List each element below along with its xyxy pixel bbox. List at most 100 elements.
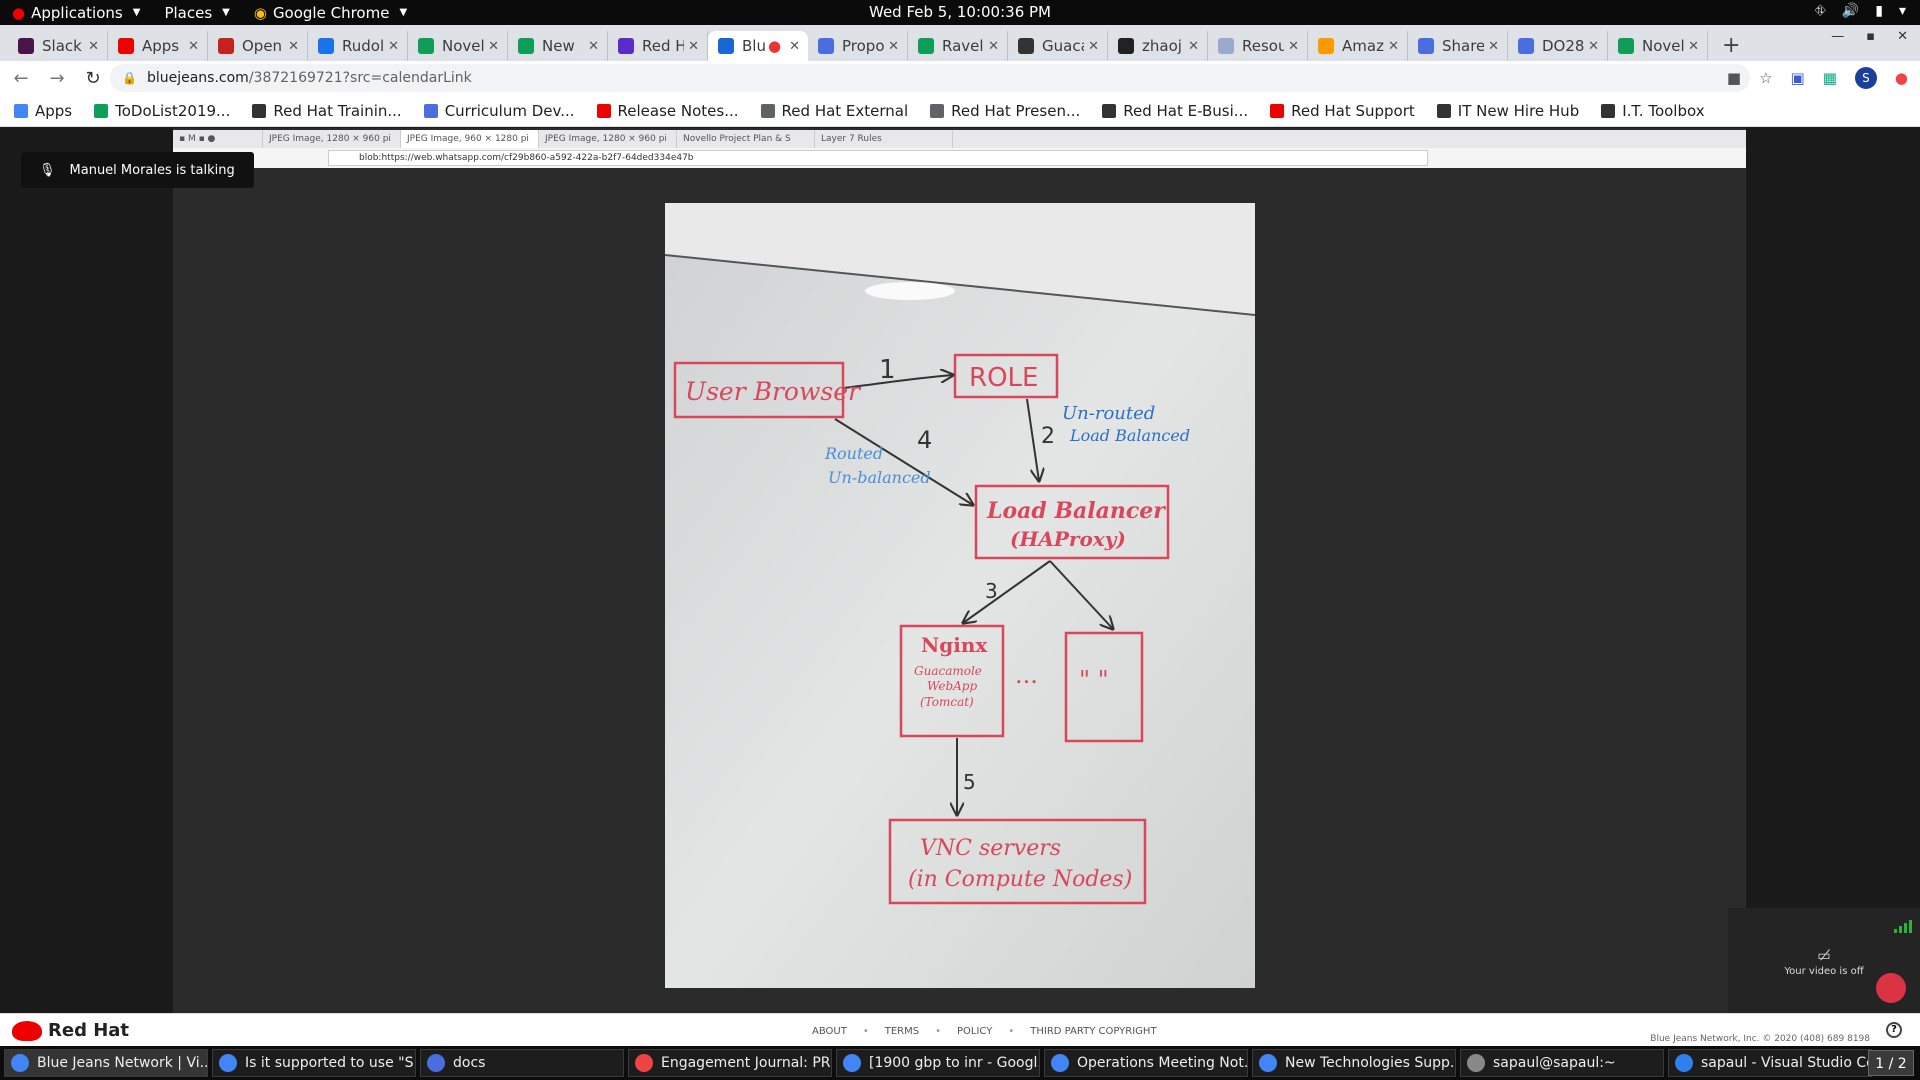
close-icon[interactable]: ✕ — [1588, 39, 1599, 54]
bookmark-item[interactable]: Curriculum Dev... — [423, 102, 575, 120]
browser-tab[interactable]: Share ✕ — [1408, 31, 1508, 61]
load-balanced-label: Load Balanced — [1069, 426, 1190, 445]
chevron-down-icon: ▼ — [132, 7, 141, 18]
bookmark-icon — [94, 103, 109, 118]
close-icon[interactable]: ✕ — [388, 39, 399, 54]
tab-favicon — [18, 38, 34, 54]
browser-tab[interactable]: Rudol ✕ — [308, 31, 408, 61]
new-tab-button[interactable]: + — [1708, 31, 1754, 61]
bookmark-item[interactable]: ToDoList2019... — [94, 102, 230, 120]
bookmark-item[interactable]: Release Notes... — [596, 102, 739, 120]
profile-avatar[interactable]: S — [1854, 67, 1877, 89]
close-icon[interactable]: ✕ — [588, 39, 599, 54]
tab-favicon — [918, 38, 934, 54]
close-icon[interactable]: ✕ — [1188, 39, 1199, 54]
browser-tab[interactable]: Propo ✕ — [808, 31, 908, 61]
browser-tab[interactable]: zhaoj ✕ — [1108, 31, 1208, 61]
taskbar-window[interactable]: Blue Jeans Network | Vi... — [4, 1049, 208, 1077]
footer-link[interactable]: TERMS — [885, 1026, 919, 1037]
browser-tab[interactable]: Guaca ✕ — [1008, 31, 1108, 61]
bookmark-item[interactable]: Red Hat External — [760, 102, 908, 120]
workspace-pager[interactable]: 1 / 2 — [1868, 1050, 1914, 1076]
camera-icon[interactable]: ■ — [1727, 69, 1741, 87]
chrome-app-menu[interactable]: ◉ Google Chrome ▼ — [242, 0, 419, 25]
taskbar-window[interactable]: New Technologies Supp... — [1252, 1049, 1456, 1077]
browser-tab[interactable]: Blu ● ✕ — [708, 31, 808, 61]
bookmark-item[interactable]: Apps — [14, 102, 72, 120]
bookmark-label: Red Hat Presen... — [951, 101, 1081, 120]
footer-link[interactable]: POLICY — [957, 1026, 992, 1037]
browser-tab[interactable]: New ✕ — [508, 31, 608, 61]
system-tray[interactable]: ⛗ 🔊 ▮ ▾ — [1815, 3, 1906, 19]
footer-link[interactable]: THIRD PARTY COPYRIGHT — [1030, 1026, 1156, 1037]
shared-firefox-urlbar: blob:https://web.whatsapp.com/cf29b860-a… — [173, 148, 1746, 168]
taskbar-window[interactable]: docs — [420, 1049, 624, 1077]
close-icon[interactable]: ✕ — [688, 39, 699, 54]
app-icon — [219, 1054, 237, 1072]
taskbar-window[interactable]: Operations Meeting Not... — [1044, 1049, 1248, 1077]
maximize-button[interactable]: ▪ — [1866, 29, 1875, 44]
close-icon[interactable]: ✕ — [1288, 39, 1299, 54]
bookmark-item[interactable]: Red Hat Presen... — [930, 102, 1080, 120]
taskbar-window[interactable]: Engagement Journal: PR... — [628, 1049, 832, 1077]
tab-favicon — [1318, 38, 1334, 54]
tab-favicon — [218, 38, 234, 54]
browser-tab[interactable]: Apps ✕ — [108, 31, 208, 61]
browser-tab[interactable]: Resou ✕ — [1208, 31, 1308, 61]
window-title: New Technologies Supp... — [1285, 1055, 1456, 1071]
browser-tab[interactable]: Ravell ✕ — [908, 31, 1008, 61]
close-icon[interactable]: ✕ — [288, 39, 299, 54]
bookmark-item[interactable]: I.T. Toolbox — [1601, 102, 1705, 120]
vnc-label: VNC servers — [920, 836, 1061, 861]
help-icon[interactable]: ? — [1886, 1022, 1902, 1038]
redhat-icon: ● — [12, 3, 26, 22]
close-icon[interactable]: ✕ — [1488, 39, 1499, 54]
taskbar-window[interactable]: sapaul - Visual Studio Co... — [1668, 1049, 1872, 1077]
tab-favicon — [718, 38, 734, 54]
footer-link[interactable]: ABOUT — [812, 1026, 847, 1037]
taskbar-window[interactable]: [1900 gbp to inr - Googl... — [836, 1049, 1040, 1077]
close-icon[interactable]: ✕ — [188, 39, 199, 54]
close-icon[interactable]: ✕ — [988, 39, 999, 54]
close-icon[interactable]: ✕ — [789, 39, 800, 54]
browser-tab[interactable]: DO28 ✕ — [1508, 31, 1608, 61]
close-icon[interactable]: ✕ — [488, 39, 499, 54]
extension-icon[interactable]: ● — [1895, 69, 1908, 87]
close-icon[interactable]: ✕ — [88, 39, 99, 54]
browser-tab[interactable]: Open ✕ — [208, 31, 308, 61]
address-bar[interactable]: 🔒 bluejeans.com/387216972​1?src=calendar… — [110, 64, 1750, 92]
star-icon[interactable]: ☆ — [1759, 69, 1772, 87]
window-title: Engagement Journal: PR... — [661, 1055, 832, 1071]
app-icon — [1051, 1054, 1069, 1072]
extension-icon[interactable]: ▦ — [1823, 69, 1837, 87]
close-icon[interactable]: ✕ — [1088, 39, 1099, 54]
taskbar-window[interactable]: Is it supported to use "S... — [212, 1049, 416, 1077]
close-icon[interactable]: ✕ — [888, 39, 899, 54]
minimize-button[interactable]: — — [1831, 29, 1844, 44]
tab-title: Ravell — [942, 37, 985, 55]
recording-icon: ● — [768, 37, 782, 55]
close-window-button[interactable]: ✕ — [1897, 29, 1908, 44]
reload-button[interactable]: ↻ — [78, 68, 108, 89]
forward-button[interactable]: → — [42, 68, 72, 89]
applications-menu[interactable]: ● Applications ▼ — [0, 0, 152, 25]
browser-tab[interactable]: Amaz ✕ — [1308, 31, 1408, 61]
battery-icon: ▮ — [1875, 3, 1883, 19]
browser-tab[interactable]: Novel ✕ — [1608, 31, 1708, 61]
browser-tab[interactable]: Novel ✕ — [408, 31, 508, 61]
close-icon[interactable]: ✕ — [1388, 39, 1399, 54]
bookmark-item[interactable]: Red Hat Support — [1270, 102, 1415, 120]
back-button[interactable]: ← — [6, 68, 36, 89]
places-menu[interactable]: Places ▼ — [152, 0, 241, 25]
tab-favicon — [1018, 38, 1034, 54]
extension-icon[interactable]: ▣ — [1791, 69, 1805, 87]
clock[interactable]: Wed Feb 5, 10:00:36 PM — [869, 3, 1051, 21]
close-icon[interactable]: ✕ — [1688, 39, 1699, 54]
bookmark-item[interactable]: Red Hat Trainin... — [252, 102, 402, 120]
bookmark-item[interactable]: Red Hat E-Busi... — [1102, 102, 1248, 120]
mic-muted-button[interactable] — [1876, 973, 1906, 1003]
bookmark-item[interactable]: IT New Hire Hub — [1436, 102, 1579, 120]
taskbar-window[interactable]: sapaul@sapaul:~ — [1460, 1049, 1664, 1077]
browser-tab[interactable]: Slack ✕ — [8, 31, 108, 61]
browser-tab[interactable]: Red H ✕ — [608, 31, 708, 61]
